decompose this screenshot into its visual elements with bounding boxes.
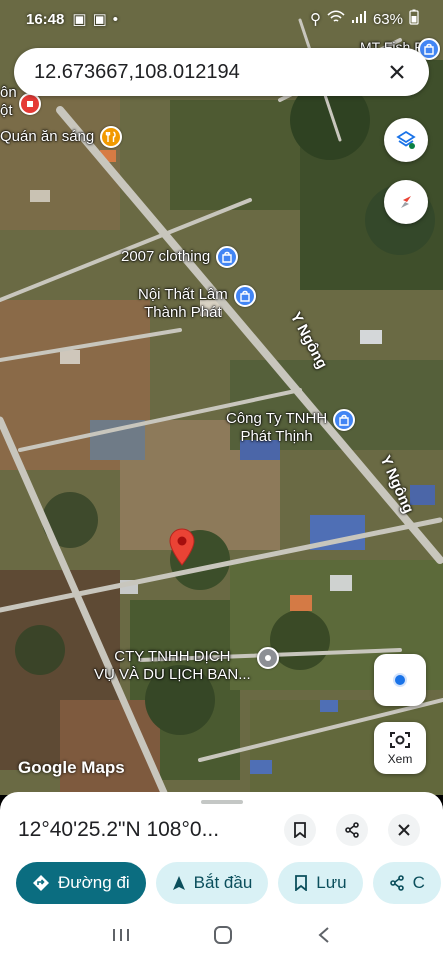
- directions-icon: [33, 875, 49, 891]
- shopping-bag-icon: [216, 246, 239, 268]
- coordinates-title: 12°40'25.2"N 108°0...: [18, 818, 220, 841]
- poi-label: Quán ăn sáng: [0, 128, 95, 145]
- wifi-icon: [327, 10, 345, 28]
- search-input[interactable]: [34, 60, 385, 84]
- bookmark-icon: [294, 822, 306, 838]
- recent-apps-icon: [112, 928, 129, 941]
- start-label: Bắt đầu: [193, 873, 253, 892]
- poi-partial-text-top: ôn: [0, 84, 17, 101]
- dropped-pin-icon[interactable]: [169, 528, 195, 571]
- close-icon: [398, 824, 410, 836]
- navigation-icon: [172, 876, 185, 890]
- restaurant-icon: [100, 126, 123, 148]
- back-button[interactable]: [317, 926, 331, 949]
- drag-handle[interactable]: [201, 800, 243, 804]
- place-bottom-sheet[interactable]: 12°40'25.2"N 108°0... Đường đi Bắt đầu L: [0, 792, 443, 914]
- back-icon: [318, 926, 329, 943]
- close-sheet-button[interactable]: [388, 814, 420, 846]
- directions-label: Đường đi: [58, 873, 130, 892]
- compass-button[interactable]: [384, 180, 428, 224]
- status-bar: 16:48 ▣ ▣ • ⚲ 63%: [0, 0, 443, 38]
- search-bar[interactable]: [14, 48, 429, 96]
- save-icon-button[interactable]: [284, 814, 316, 846]
- recent-apps-button[interactable]: [112, 927, 130, 948]
- share-icon: [345, 822, 359, 838]
- system-navigation-bar: [0, 914, 443, 960]
- more-dot-icon: •: [112, 10, 119, 28]
- google-maps-logo: Google Maps: [18, 758, 125, 777]
- share-button[interactable]: C: [372, 862, 441, 904]
- shopping-bag-icon: [333, 409, 356, 431]
- save-label: Lưu: [316, 873, 347, 892]
- poi-cty-du-lich[interactable]: CTY TNHH DỊCH VỤ VÀ DU LỊCH BAN...: [94, 647, 279, 684]
- action-chips: Đường đi Bắt đầu Lưu C: [16, 862, 443, 904]
- lens-label: Xem: [387, 752, 413, 766]
- poi-partial-text-bottom: ột: [0, 102, 13, 119]
- poi-label: CTY TNHH DỊCH VỤ VÀ DU LỊCH BAN...: [94, 648, 251, 683]
- lens-icon: [390, 732, 410, 748]
- location-icon: ⚲: [309, 11, 321, 28]
- bookmark-icon: [295, 875, 308, 891]
- shopping-bag-icon: [233, 285, 256, 307]
- poi-noi-that-lam-thanh-phat[interactable]: Nội Thất Lâm Thành Phát: [138, 285, 256, 322]
- home-icon: [214, 925, 233, 944]
- gallery-icon: ▣: [72, 11, 87, 28]
- notification-icon: ▣: [92, 11, 107, 28]
- home-button[interactable]: [213, 925, 233, 950]
- compass-icon: [401, 196, 411, 208]
- save-button[interactable]: Lưu: [278, 862, 363, 904]
- place-marker-icon: [18, 93, 41, 115]
- poi-cong-ty-phat-thinh[interactable]: Công Ty TNHH Phát Thịnh: [226, 409, 356, 446]
- share-icon-button[interactable]: [336, 814, 368, 846]
- close-icon: [390, 65, 404, 79]
- battery-percentage: 63%: [372, 10, 403, 28]
- battery-icon: [409, 9, 419, 29]
- poi-2007-clothing[interactable]: 2007 clothing: [121, 246, 239, 268]
- signal-icon: [351, 10, 367, 28]
- poi-label: Nội Thất Lâm Thành Phát: [138, 286, 228, 321]
- poi-quan-an-sang[interactable]: Quán ăn sáng: [0, 126, 123, 148]
- start-button[interactable]: Bắt đầu: [155, 862, 269, 904]
- layers-icon: [396, 130, 416, 149]
- directions-button[interactable]: Đường đi: [16, 862, 146, 904]
- poi-label: 2007 clothing: [121, 248, 211, 265]
- lens-view-button[interactable]: Xem: [374, 722, 426, 774]
- poi-label: Công Ty TNHH Phát Thịnh: [226, 410, 328, 445]
- clear-search-button[interactable]: [385, 60, 409, 84]
- share-label: C: [412, 873, 425, 892]
- share-icon: [389, 875, 404, 891]
- my-location-icon: [393, 673, 407, 687]
- my-location-button[interactable]: [374, 654, 426, 706]
- status-time: 16:48: [26, 10, 65, 28]
- place-dot-icon: [256, 647, 279, 669]
- layers-button[interactable]: [384, 118, 428, 162]
